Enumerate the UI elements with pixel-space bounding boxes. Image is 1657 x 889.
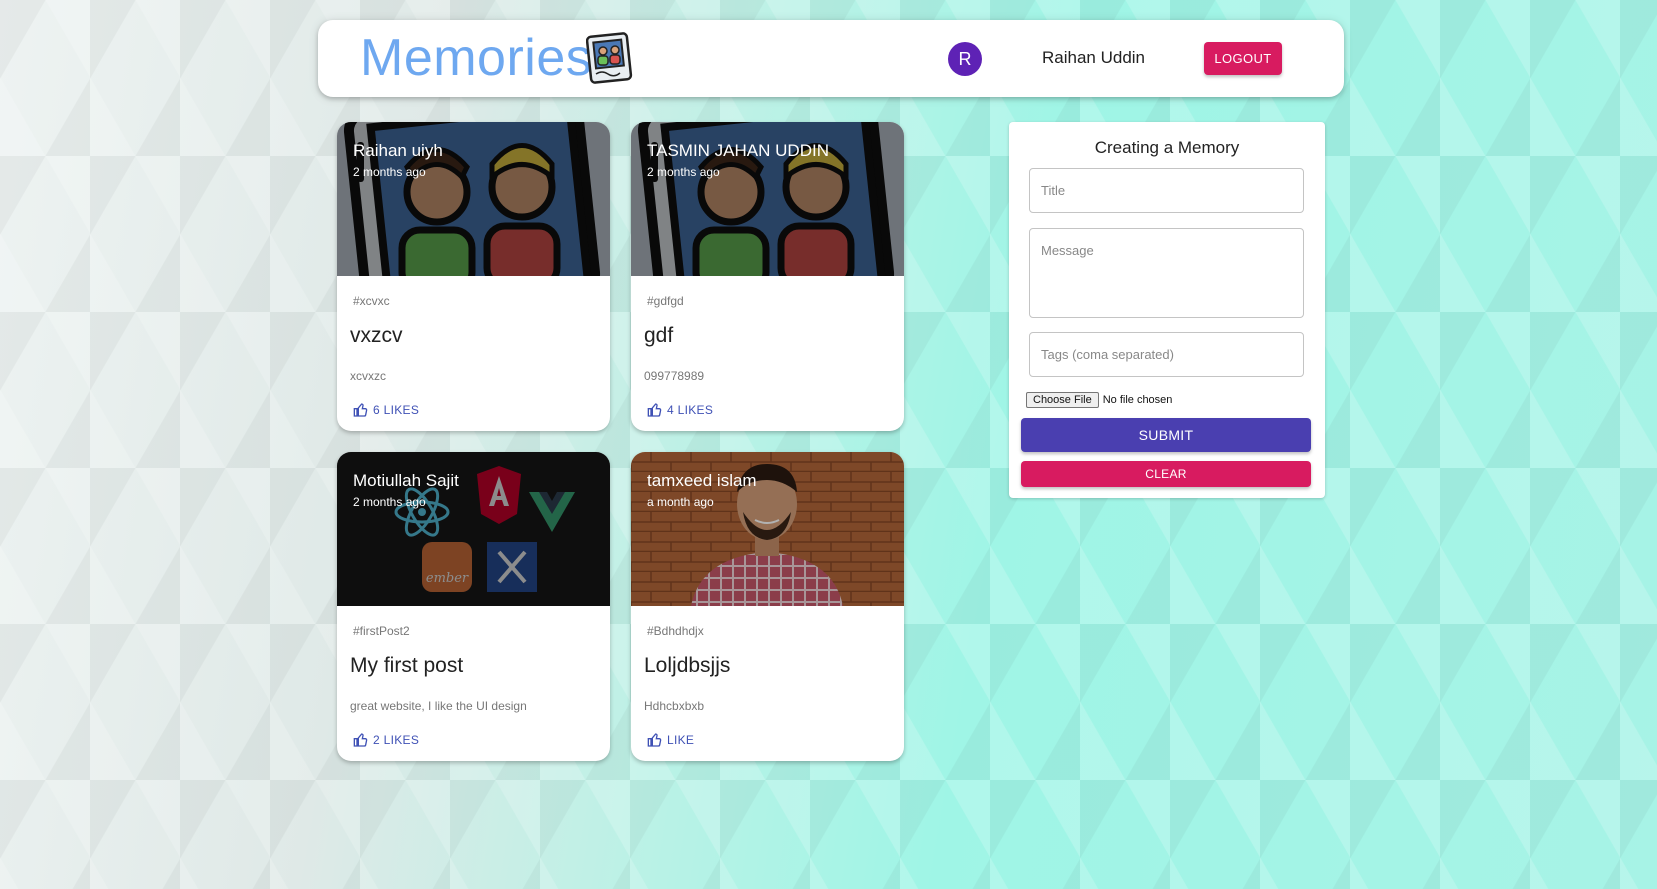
post-author: tamxeed islam <box>647 471 757 490</box>
post-title: vxzcv <box>350 324 403 347</box>
message-input[interactable] <box>1029 228 1304 318</box>
title-input[interactable] <box>1029 168 1304 213</box>
post-author: Raihan uiyh <box>353 141 443 160</box>
thumb-up-icon <box>647 403 662 417</box>
create-memory-form: Creating a Memory Choose File No file ch… <box>1009 122 1325 498</box>
like-button[interactable]: 4 LIKES <box>647 402 713 418</box>
form-heading: Creating a Memory <box>1094 138 1240 157</box>
post-title: My first post <box>350 654 464 677</box>
post-message: 099778989 <box>644 369 705 383</box>
post-message: great website, I like the UI design <box>350 699 527 713</box>
post-message: Hdhcbxbxb <box>644 699 705 713</box>
post-time: 2 months ago <box>353 165 426 179</box>
avatar[interactable]: R <box>948 42 982 76</box>
like-count: 2 LIKES <box>373 733 420 747</box>
post-time: 2 months ago <box>647 165 720 179</box>
file-upload: Choose File No file chosen <box>1026 392 1172 408</box>
logout-button[interactable]: LOGOUT <box>1204 42 1282 75</box>
choose-file-button[interactable]: Choose File <box>1026 392 1099 408</box>
post-author: Motiullah Sajit <box>353 471 459 490</box>
submit-button[interactable]: SUBMIT <box>1021 418 1311 452</box>
post-card: Raihan uiyh 2 months ago #xcvxc vxzcv xc… <box>337 122 610 431</box>
like-count: 4 LIKES <box>667 403 714 417</box>
post-tags: #Bdhdhdjx <box>647 624 704 638</box>
post-card: tamxeed islam a month ago #Bdhdhdjx Lolj… <box>631 452 904 761</box>
like-button[interactable]: 6 LIKES <box>353 402 419 418</box>
brand-title[interactable]: Memories <box>360 28 592 88</box>
thumb-up-icon <box>353 733 368 747</box>
like-button[interactable]: LIKE <box>647 732 694 748</box>
file-status: No file chosen <box>1102 394 1173 406</box>
post-card: TASMIN JAHAN UDDIN 2 months ago #gdfgd g… <box>631 122 904 431</box>
thumb-up-icon <box>647 733 662 747</box>
post-tags: #gdfgd <box>647 294 684 308</box>
memories-logo-icon <box>586 32 633 84</box>
thumb-up-icon <box>353 403 368 417</box>
post-time: a month ago <box>647 495 714 509</box>
tags-input[interactable] <box>1029 332 1304 377</box>
post-card: ember Motiullah Sajit 2 months ago #firs… <box>337 452 610 761</box>
like-count: LIKE <box>667 733 695 747</box>
post-tags: #xcvxc <box>353 294 390 308</box>
post-tags: #firstPost2 <box>353 624 410 638</box>
post-title: gdf <box>644 324 674 347</box>
post-message: xcvxzc <box>350 369 386 383</box>
post-time: 2 months ago <box>353 495 426 509</box>
post-title: Loljdbsjjs <box>644 654 731 677</box>
app-bar: Memories R Raihan Uddin LOGOUT <box>318 20 1344 97</box>
like-count: 6 LIKES <box>373 403 420 417</box>
clear-button[interactable]: CLEAR <box>1021 461 1311 487</box>
like-button[interactable]: 2 LIKES <box>353 732 419 748</box>
username: Raihan Uddin <box>1042 48 1146 67</box>
post-author: TASMIN JAHAN UDDIN <box>647 141 829 160</box>
